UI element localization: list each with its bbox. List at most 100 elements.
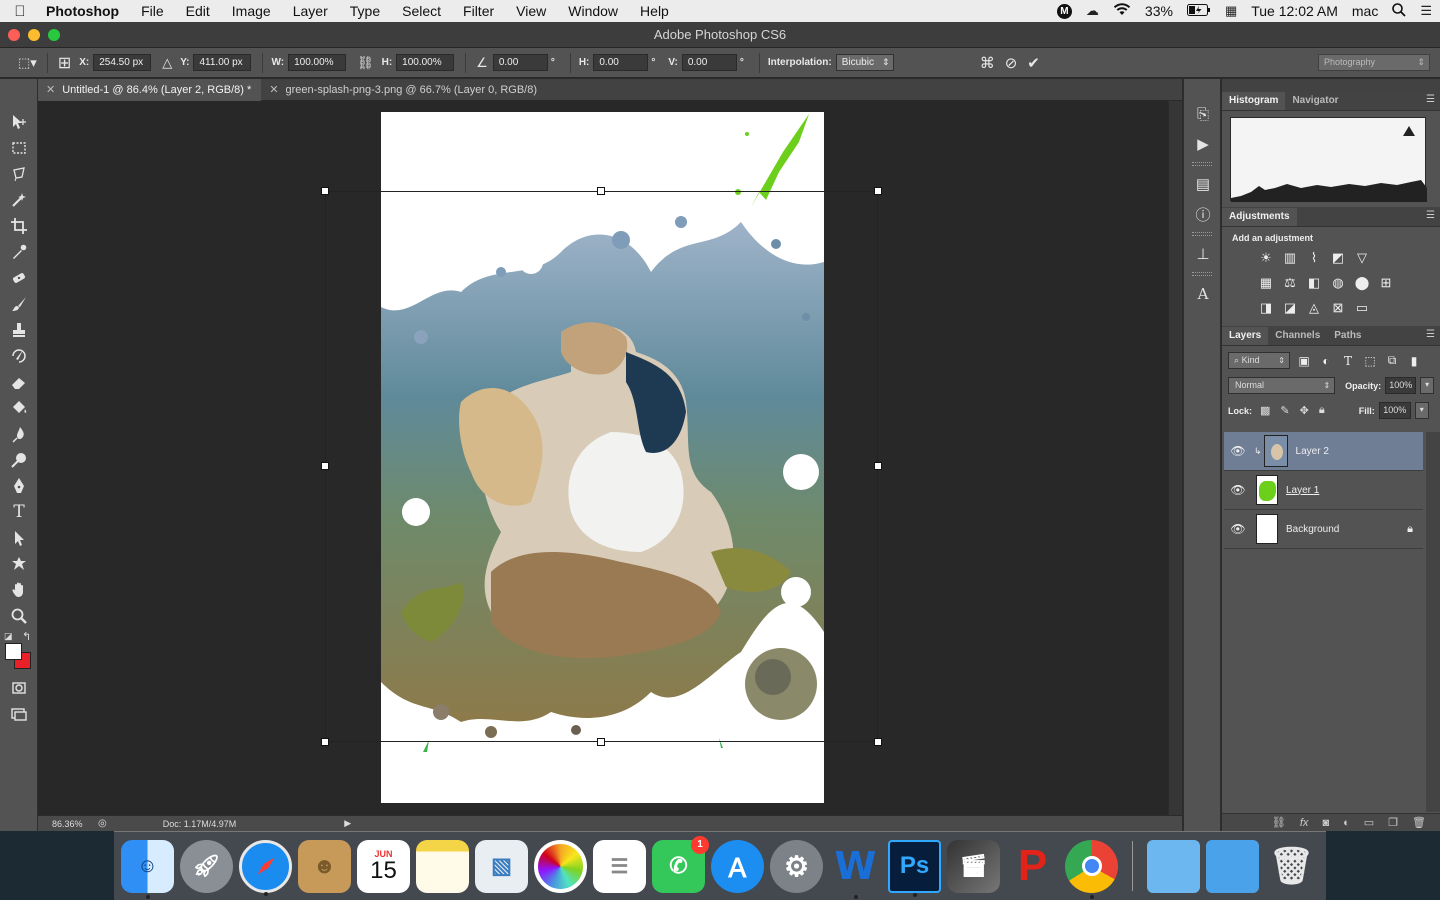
fill-field[interactable]: 100%: [1378, 402, 1411, 419]
contacts-app-icon[interactable]: ☻: [298, 839, 351, 893]
spotlight-search-icon[interactable]: [1392, 2, 1406, 20]
pixel-filter-icon[interactable]: ▣: [1296, 354, 1312, 368]
transform-handle-left[interactable]: [321, 462, 329, 470]
lasso-tool-icon[interactable]: [0, 161, 38, 187]
brightness-contrast-icon[interactable]: ☀: [1258, 250, 1274, 266]
hand-tool-icon[interactable]: [0, 577, 38, 603]
safari-app-icon[interactable]: [239, 839, 292, 896]
final-cut-app-icon[interactable]: 🎬︎: [947, 839, 1000, 893]
transform-handle-bottom[interactable]: [597, 738, 605, 746]
warp-mode-icon[interactable]: ⌘: [980, 54, 995, 72]
new-group-icon[interactable]: ▭: [1364, 816, 1374, 829]
foreground-color-swatch[interactable]: [5, 643, 22, 660]
menu-help[interactable]: Help: [629, 0, 680, 22]
posterize-icon[interactable]: ◪: [1282, 300, 1298, 316]
menu-filter[interactable]: Filter: [452, 0, 505, 22]
menu-view[interactable]: View: [505, 0, 557, 22]
threshold-icon[interactable]: ◬: [1306, 300, 1322, 316]
invert-icon[interactable]: ◨: [1258, 300, 1274, 316]
tab-paths[interactable]: Paths: [1327, 327, 1368, 345]
free-transform-bounding-box[interactable]: [321, 187, 882, 746]
layer-name[interactable]: Layer 2: [1296, 446, 1423, 457]
magic-wand-tool-icon[interactable]: [0, 187, 38, 213]
color-balance-icon[interactable]: ⚖: [1282, 275, 1298, 291]
actions-panel-icon[interactable]: ▶: [1184, 129, 1222, 159]
custom-shape-tool-icon[interactable]: [0, 551, 38, 577]
pen-tool-icon[interactable]: [0, 473, 38, 499]
selective-color-icon[interactable]: ⊠: [1330, 300, 1346, 316]
visibility-eye-icon[interactable]: 👁︎: [1224, 444, 1252, 458]
interpolation-select[interactable]: Bicubic: [835, 54, 894, 71]
preview-app-icon[interactable]: ▧: [475, 839, 528, 893]
chrome-app-icon[interactable]: [1065, 839, 1118, 899]
word-app-icon[interactable]: W: [829, 840, 882, 899]
tab-untitled-1[interactable]: ✕ Untitled-1 @ 86.4% (Layer 2, RGB/8) *: [38, 79, 262, 101]
app-store-app-icon[interactable]: Ａ: [711, 839, 764, 893]
wps-presentation-app-icon[interactable]: P: [1006, 840, 1059, 893]
new-adjustment-icon[interactable]: ◐: [1343, 817, 1350, 829]
color-lookup-icon[interactable]: ⊞: [1378, 275, 1394, 291]
tab-green-splash[interactable]: ✕ green-splash-png-3.png @ 66.7% (Layer …: [261, 79, 547, 101]
delete-layer-icon[interactable]: 🗑︎: [1412, 816, 1426, 829]
apple-menu-icon[interactable]: : [0, 3, 40, 20]
transform-handle-right[interactable]: [874, 462, 882, 470]
smart-object-filter-icon[interactable]: ⧉: [1384, 353, 1400, 368]
layer-name[interactable]: Layer 1: [1286, 485, 1423, 496]
tab-layers[interactable]: Layers: [1222, 327, 1269, 345]
system-preferences-app-icon[interactable]: ⚙: [770, 839, 823, 893]
angle-field[interactable]: 0.00: [492, 54, 548, 71]
x-field[interactable]: 254.50 px: [93, 54, 152, 71]
delta-icon[interactable]: △: [162, 55, 172, 71]
trash-icon[interactable]: 🗑︎: [1265, 840, 1318, 893]
menu-image[interactable]: Image: [221, 0, 282, 22]
menu-window[interactable]: Window: [557, 0, 629, 22]
notification-center-icon[interactable]: ☰: [1420, 3, 1432, 19]
blur-tool-icon[interactable]: [0, 421, 38, 447]
menu-file[interactable]: File: [130, 0, 175, 22]
downloads-folder-icon[interactable]: [1206, 839, 1259, 893]
quick-mask-icon[interactable]: [0, 675, 38, 701]
clone-stamp-tool-icon[interactable]: [0, 317, 38, 343]
layer-row-layer-2[interactable]: 👁︎ ↳ Layer 2: [1224, 432, 1423, 471]
transform-handle-top-right[interactable]: [874, 187, 882, 195]
wifi-icon[interactable]: [1113, 3, 1131, 19]
fill-dropdown-icon[interactable]: ▾: [1414, 402, 1429, 419]
link-layers-icon[interactable]: ⛓: [1272, 816, 1286, 829]
layer-kind-filter[interactable]: ⌕ Kind: [1228, 352, 1290, 369]
menu-app-name[interactable]: Photoshop: [40, 0, 130, 22]
lock-image-icon[interactable]: ✎: [1280, 404, 1289, 417]
cloud-status-icon[interactable]: ☁: [1086, 3, 1099, 19]
layer-row-background[interactable]: 👁︎ Background 🔒︎: [1224, 510, 1423, 549]
curves-icon[interactable]: ⌇: [1306, 250, 1322, 266]
launchpad-app-icon[interactable]: 🚀︎: [180, 839, 233, 893]
shape-filter-icon[interactable]: ⬚: [1362, 354, 1378, 368]
close-tab-icon[interactable]: ✕: [269, 80, 278, 101]
workspace-switcher[interactable]: Photography: [1318, 54, 1430, 71]
battery-icon[interactable]: [1186, 3, 1211, 19]
lock-all-icon[interactable]: 🔒︎: [1319, 404, 1325, 417]
user-name[interactable]: mac: [1352, 3, 1378, 19]
move-tool-icon[interactable]: [0, 109, 38, 135]
adjustment-filter-icon[interactable]: ◐: [1318, 354, 1334, 368]
w-field[interactable]: 100.00%: [288, 54, 347, 71]
type-tool-icon[interactable]: T: [0, 499, 38, 525]
character-panel-icon[interactable]: A: [1184, 279, 1222, 309]
layer-row-layer-1[interactable]: 👁︎ Layer 1: [1224, 471, 1423, 510]
gradient-map-icon[interactable]: ▭: [1354, 300, 1370, 316]
history-panel-icon[interactable]: ⎘: [1184, 99, 1222, 129]
black-white-icon[interactable]: ◧: [1306, 275, 1322, 291]
tab-histogram[interactable]: Histogram: [1222, 92, 1286, 110]
hue-saturation-icon[interactable]: ▦: [1258, 275, 1274, 291]
lock-transparent-icon[interactable]: ▩: [1260, 404, 1270, 417]
filter-toggle-icon[interactable]: ▮: [1406, 354, 1422, 368]
visibility-eye-icon[interactable]: 👁︎: [1224, 483, 1252, 497]
cancel-transform-icon[interactable]: ⊘: [1005, 54, 1018, 72]
menu-type[interactable]: Type: [339, 0, 391, 22]
h-field[interactable]: 100.00%: [396, 54, 455, 71]
photo-filter-icon[interactable]: ◍: [1330, 275, 1346, 291]
tab-adjustments[interactable]: Adjustments: [1222, 208, 1297, 226]
lock-position-icon[interactable]: ✥: [1300, 404, 1309, 417]
menu-select[interactable]: Select: [391, 0, 452, 22]
path-selection-tool-icon[interactable]: [0, 525, 38, 551]
marquee-tool-icon[interactable]: [0, 135, 38, 161]
